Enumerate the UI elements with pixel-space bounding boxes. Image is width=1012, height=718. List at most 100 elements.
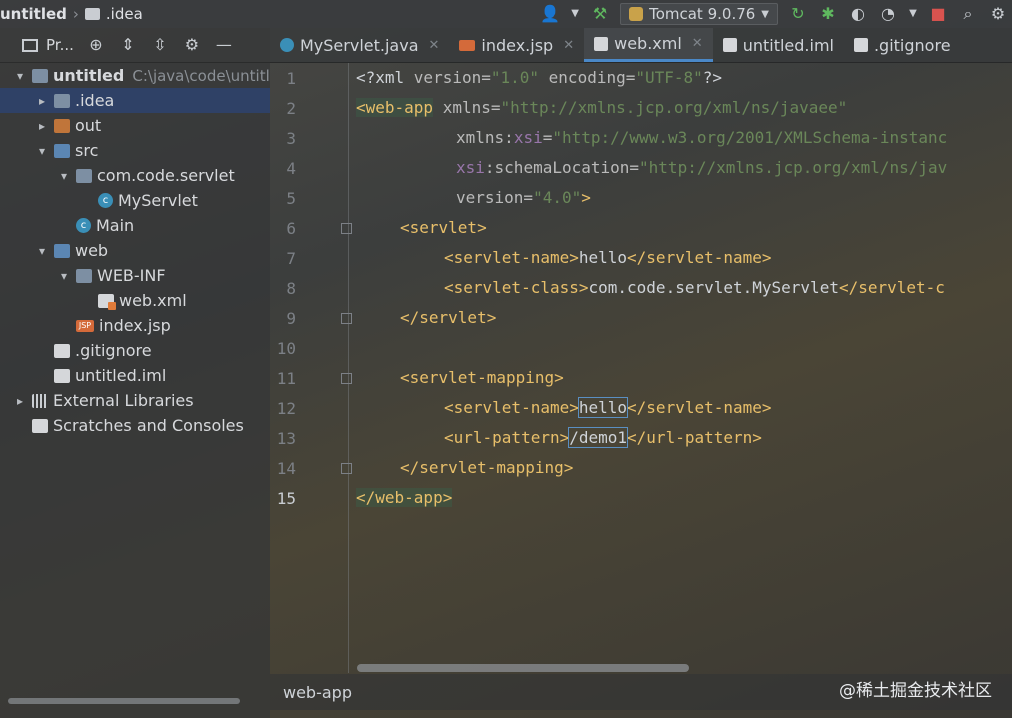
code-line-14: </servlet-mapping> (400, 458, 574, 477)
tree-item[interactable]: Scratches and Consoles (0, 413, 270, 438)
chevron-down-icon: ▼ (761, 8, 769, 20)
stop-icon[interactable]: ■ (928, 4, 948, 24)
minimize-icon[interactable]: — (214, 35, 234, 55)
xml-file-icon (98, 293, 116, 310)
code-line-4: xsi:schemaLocation="http://xmlns.jcp.org… (456, 158, 948, 177)
chevron-down-icon[interactable]: ▾ (12, 69, 28, 83)
tree-item[interactable]: .gitignore (0, 338, 270, 363)
chevron-right-icon[interactable]: ▸ (34, 119, 50, 133)
coverage-icon[interactable]: ◐ (848, 4, 868, 24)
tree-item[interactable]: ▸ .idea (0, 88, 270, 113)
chevron-down-icon[interactable]: ▾ (56, 169, 72, 183)
code-line-1: <?xml version="1.0" encoding="UTF-8"?> (356, 68, 723, 87)
tree-item-label: web.xml (119, 291, 187, 310)
chevron-right-icon[interactable]: ▸ (34, 94, 50, 108)
tree-item-label: out (75, 116, 102, 135)
user-icon[interactable]: 👤 (540, 4, 560, 24)
chevron-down-icon[interactable]: ▼ (570, 4, 580, 24)
chevron-down-icon[interactable]: ▾ (34, 144, 50, 158)
locate-icon[interactable]: ⊕ (86, 35, 106, 55)
breadcrumb-folder[interactable]: .idea (106, 5, 143, 23)
file-icon (54, 343, 70, 358)
java-class-icon: c (76, 218, 91, 233)
folder-icon (84, 8, 100, 20)
line-number: 5 (286, 189, 296, 208)
code-line-13: <url-pattern>/demo1</url-pattern> (444, 427, 762, 448)
code-line-3: xmlns:xsi="http://www.w3.org/2001/XMLSch… (456, 128, 948, 147)
tree-item-label: src (75, 141, 99, 160)
editor-tab[interactable]: web.xml ✕ (584, 28, 713, 62)
code-line-6: <servlet> (400, 218, 487, 237)
breadcrumb-project[interactable]: untitled (0, 5, 67, 23)
fold-marker-icon[interactable] (341, 223, 352, 234)
build-hammer-icon[interactable]: ⚒ (590, 4, 610, 24)
line-number: 11 (276, 369, 296, 388)
folder-icon (76, 168, 92, 183)
breadcrumb-web-app[interactable]: web-app (283, 683, 352, 702)
chevron-right-icon[interactable]: ▸ (12, 394, 28, 408)
tree-item[interactable]: ▾ web (0, 238, 270, 263)
close-icon[interactable]: ✕ (563, 38, 574, 53)
tomcat-icon (629, 7, 644, 21)
fold-marker-icon[interactable] (341, 373, 352, 384)
profile-icon[interactable]: ◔ (878, 4, 898, 24)
project-tree: ▾ untitled C:\java\code\untitl ▸ .idea ▸ out ▾ s… (0, 63, 270, 438)
jsp-file-icon: JSP (76, 319, 94, 332)
gear-icon[interactable]: ⚙ (182, 35, 202, 55)
run-configuration-select[interactable]: Tomcat 9.0.76 ▼ (620, 3, 778, 25)
line-number: 14 (276, 459, 296, 478)
close-icon[interactable]: ✕ (429, 38, 440, 53)
tree-item-label: index.jsp (99, 316, 171, 335)
horizontal-scrollbar[interactable] (8, 698, 240, 704)
tree-item-label: com.code.servlet (97, 166, 235, 185)
tree-item[interactable]: JSP index.jsp (0, 313, 270, 338)
tree-item[interactable]: untitled.iml (0, 363, 270, 388)
collapse-all-icon[interactable]: ⇳ (150, 35, 170, 55)
tab-label: .gitignore (873, 35, 951, 55)
line-number-gutter: 1 2 3 4 5 6 7 8 9 10 11 12 13 14 15 (270, 63, 352, 673)
tree-item[interactable]: ▸ External Libraries (0, 388, 270, 413)
tab-label: web.xml (614, 34, 682, 53)
tree-item-label: web (75, 241, 109, 260)
code-line-15: </web-app> (356, 488, 453, 507)
project-panel-title[interactable]: Pr... (46, 36, 74, 54)
rerun-icon[interactable]: ↻ (788, 4, 808, 24)
tree-item[interactable]: c Main (0, 213, 270, 238)
tree-item[interactable]: ▾ untitled C:\java\code\untitl (0, 63, 270, 88)
toolbar-actions: 👤 ▼ ⚒ Tomcat 9.0.76 ▼ ↻ ✱ ◐ ◔ ▼ ■ ⌕ ⚙ (540, 0, 1012, 28)
chevron-down-icon[interactable]: ▾ (56, 269, 72, 283)
tree-item[interactable]: ▾ com.code.servlet (0, 163, 270, 188)
chevron-down-icon[interactable]: ▾ (34, 244, 50, 258)
gear-icon[interactable]: ⚙ (988, 4, 1008, 24)
folder-icon (54, 143, 70, 158)
code-line-12: <servlet-name>hello</servlet-name> (444, 397, 772, 418)
search-icon[interactable]: ⌕ (958, 4, 978, 24)
editor-tab[interactable]: index.jsp ✕ (449, 28, 584, 62)
debug-icon[interactable]: ✱ (818, 4, 838, 24)
file-icon (54, 368, 70, 383)
folder-icon (54, 243, 70, 258)
folder-icon (54, 118, 70, 133)
editor-tab[interactable]: .gitignore (844, 28, 961, 62)
expand-all-icon[interactable]: ⇕ (118, 35, 138, 55)
project-window-icon (22, 38, 38, 52)
tree-item[interactable]: ▾ WEB-INF (0, 263, 270, 288)
fold-marker-icon[interactable] (341, 463, 352, 474)
chevron-down-icon[interactable]: ▼ (908, 4, 918, 24)
tree-item[interactable]: c MyServlet (0, 188, 270, 213)
tree-item-label: .gitignore (75, 341, 152, 360)
tree-item[interactable]: web.xml (0, 288, 270, 313)
code-line-11: <servlet-mapping> (400, 368, 564, 387)
navigation-bar: untitled › .idea (0, 5, 143, 23)
code-editor[interactable]: <?xml version="1.0" encoding="UTF-8"?> <… (356, 63, 1012, 673)
fold-marker-icon[interactable] (341, 313, 352, 324)
close-icon[interactable]: ✕ (692, 36, 703, 51)
tree-item-label: Main (96, 216, 135, 235)
editor-tab[interactable]: MyServlet.java ✕ (270, 28, 449, 62)
line-number: 6 (286, 219, 296, 238)
editor-tab[interactable]: untitled.iml (713, 28, 844, 62)
tree-item[interactable]: ▸ out (0, 113, 270, 138)
tree-item[interactable]: ▾ src (0, 138, 270, 163)
editor-horizontal-scrollbar[interactable] (357, 664, 689, 672)
tree-item-label: Scratches and Consoles (53, 416, 244, 435)
